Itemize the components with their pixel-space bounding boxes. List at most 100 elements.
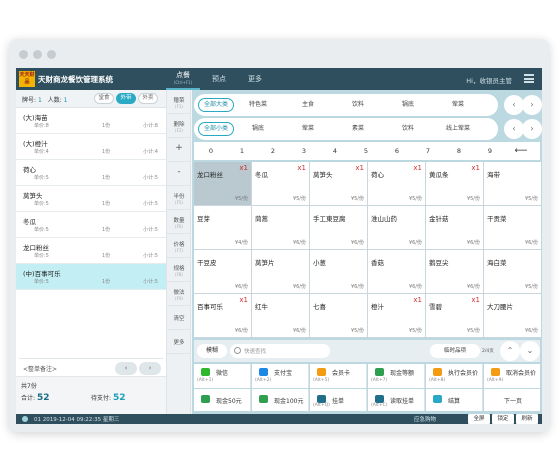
- apply-member-price-button[interactable]: 执行会员价 (Alt+8): [426, 364, 483, 388]
- category-main-item[interactable]: 锅底: [392, 98, 424, 112]
- dish-card[interactable]: 豆芽 ¥4/份: [194, 206, 251, 249]
- op-minus-button[interactable]: -: [167, 162, 191, 186]
- backspace-icon[interactable]: ⟵: [506, 142, 536, 160]
- op-gift-button[interactable]: 赠菜 (F1): [167, 90, 191, 114]
- tab-more[interactable]: 更多: [238, 70, 272, 90]
- window-dot-3[interactable]: [47, 50, 56, 59]
- num-key[interactable]: 8: [444, 142, 474, 160]
- refresh-button[interactable]: 刷新: [516, 414, 538, 424]
- op-more-button[interactable]: 更多: [167, 330, 191, 354]
- num-key[interactable]: 7: [413, 142, 443, 160]
- cash-100-button[interactable]: 现金100元: [252, 389, 309, 411]
- order-item[interactable]: (大)海苗 单价:8 1份 小计:8: [16, 108, 166, 134]
- num-key[interactable]: 5: [351, 142, 381, 160]
- dish-card[interactable]: 百事可乐 x1 ¥6/份: [194, 294, 251, 337]
- alipay-button[interactable]: 支付宝 (Alt+2): [252, 364, 309, 388]
- category-main-item[interactable]: 特色菜: [242, 98, 274, 112]
- order-item[interactable]: 荷心 单价:5 1份 小计:5: [16, 160, 166, 186]
- category-sub-item[interactable]: 饮料: [392, 122, 424, 136]
- dish-card[interactable]: 冬瓜 x1 ¥5/份: [252, 162, 309, 205]
- lock-button[interactable]: 锁定: [492, 414, 514, 424]
- dish-card[interactable]: 七喜 ¥5/份: [310, 294, 367, 337]
- fullscreen-button[interactable]: 全屏: [468, 414, 490, 424]
- num-key[interactable]: 6: [382, 142, 412, 160]
- dish-card[interactable]: 黄瓜条 x1 ¥5/份: [426, 162, 483, 205]
- category-prev-icon[interactable]: ‹: [504, 95, 524, 115]
- member-card-button[interactable]: 会员卡 (Alt+5): [310, 364, 367, 388]
- category-sub-all[interactable]: 全部小类: [198, 122, 234, 136]
- page-down-icon[interactable]: ⌄: [520, 341, 540, 361]
- op-delete-button[interactable]: 删除 (F2): [167, 114, 191, 138]
- num-key[interactable]: 2: [258, 142, 288, 160]
- dish-card[interactable]: 鹅豆尖 ¥6/份: [426, 250, 483, 293]
- dish-card[interactable]: 香菇 ¥6/份: [368, 250, 425, 293]
- page-up-icon[interactable]: ⌃: [500, 341, 520, 361]
- dish-card[interactable]: 淮山山药 ¥6/份: [368, 206, 425, 249]
- category-sub-item[interactable]: 荤菜: [292, 122, 324, 136]
- search-mode-select[interactable]: 模糊: [197, 344, 227, 358]
- dish-card[interactable]: 莴笋头 x1 ¥5/份: [310, 162, 367, 205]
- op-method-button[interactable]: 做法 (F9): [167, 282, 191, 306]
- wechat-pay-button[interactable]: 微信 (Alt+1): [194, 364, 251, 388]
- dish-card[interactable]: 金针菇 ¥6/份: [426, 206, 483, 249]
- op-clear-button[interactable]: 清空: [167, 306, 191, 330]
- tab-preorder[interactable]: 预点: [202, 70, 236, 90]
- prev-page-button[interactable]: ‹: [115, 362, 137, 375]
- mode-delivery[interactable]: 外卖: [138, 93, 158, 104]
- category-main-all[interactable]: 全部大类: [198, 98, 234, 112]
- dish-card[interactable]: 手工東豆腐 ¥6/份: [310, 206, 367, 249]
- dish-card[interactable]: 茼蒿 ¥6/份: [252, 206, 309, 249]
- op-price-button[interactable]: 价格 (F7): [167, 234, 191, 258]
- op-half-button[interactable]: 半份 (F5): [167, 186, 191, 210]
- category-sub-item[interactable]: 素菜: [342, 122, 374, 136]
- num-key[interactable]: 3: [289, 142, 319, 160]
- num-key[interactable]: 9: [475, 142, 505, 160]
- cancel-member-price-button[interactable]: 取消会员价 (Alt+9): [484, 364, 540, 388]
- temp-item-button[interactable]: 临时品项: [430, 344, 480, 358]
- next-page-function-button[interactable]: 下一页: [484, 389, 540, 411]
- order-item-selected[interactable]: (中)百事可乐 单价:5 1份 小计:5: [16, 264, 166, 290]
- category-sub-item[interactable]: 线上荤菜: [438, 122, 478, 136]
- order-item[interactable]: 冬瓜 单价:5 1份 小计:5: [16, 212, 166, 238]
- user-greeting[interactable]: Hi，收银员主管: [466, 75, 512, 85]
- subcategory-prev-icon[interactable]: ‹: [504, 119, 524, 139]
- order-item[interactable]: (大)橙汁 单价:4 1份 小计:4: [16, 134, 166, 160]
- order-item[interactable]: 龙口粉丝 单价:5 1份 小计:5: [16, 238, 166, 264]
- dish-card[interactable]: 干豆皮 ¥6/份: [194, 250, 251, 293]
- read-held-order-button[interactable]: 读取挂单 (Alt+C): [368, 389, 425, 411]
- dish-card[interactable]: 红牛 ¥6/份: [252, 294, 309, 337]
- dish-card[interactable]: 龙口粉丝 x1 ¥5/份: [194, 162, 251, 205]
- cash-50-button[interactable]: 现金50元: [194, 389, 251, 411]
- dish-card[interactable]: 大刀腰片 ¥6/份: [484, 294, 541, 337]
- subcategory-next-icon[interactable]: ›: [522, 119, 542, 139]
- hamburger-menu-icon[interactable]: [524, 74, 534, 83]
- op-plus-button[interactable]: +: [167, 138, 191, 162]
- window-dot-1[interactable]: [19, 50, 28, 59]
- emergency-shopping-link[interactable]: 应急购物: [414, 415, 436, 423]
- next-page-button[interactable]: ›: [139, 362, 161, 375]
- dish-card[interactable]: 干贡菜 ¥6/份: [484, 206, 541, 249]
- mode-dine-in[interactable]: 堂食: [94, 93, 114, 104]
- op-spec-button[interactable]: 规格 (F8): [167, 258, 191, 282]
- num-key[interactable]: 0: [196, 142, 226, 160]
- tab-order[interactable]: 点餐 (Ctrl+F1): [166, 70, 200, 90]
- dish-card[interactable]: 荷心 x1 ¥5/份: [368, 162, 425, 205]
- dish-card[interactable]: 海白菜 ¥5/份: [484, 250, 541, 293]
- category-main-item[interactable]: 荤菜: [442, 98, 474, 112]
- num-key[interactable]: 1: [227, 142, 257, 160]
- op-quantity-button[interactable]: 数量 (F6): [167, 210, 191, 234]
- dish-card[interactable]: 橙汁 x1 ¥5/份: [368, 294, 425, 337]
- window-dot-2[interactable]: [33, 50, 42, 59]
- category-main-item[interactable]: 饮料: [342, 98, 374, 112]
- cash-exact-button[interactable]: 现金等额 (Alt+7): [368, 364, 425, 388]
- mode-takeaway[interactable]: 外带: [116, 93, 136, 104]
- order-item[interactable]: 莴笋头 单价:5 1份 小计:5: [16, 186, 166, 212]
- dish-card[interactable]: 小葱 ¥6/份: [310, 250, 367, 293]
- search-input[interactable]: 快速查找: [230, 344, 330, 358]
- dish-card[interactable]: 莴笋片 ¥6/份: [252, 250, 309, 293]
- hold-order-button[interactable]: 挂单 (Alt+Q): [310, 389, 367, 411]
- category-sub-item[interactable]: 锅底: [242, 122, 274, 136]
- category-next-icon[interactable]: ›: [522, 95, 542, 115]
- category-main-item[interactable]: 主食: [292, 98, 324, 112]
- checkout-button[interactable]: 结算: [426, 389, 483, 411]
